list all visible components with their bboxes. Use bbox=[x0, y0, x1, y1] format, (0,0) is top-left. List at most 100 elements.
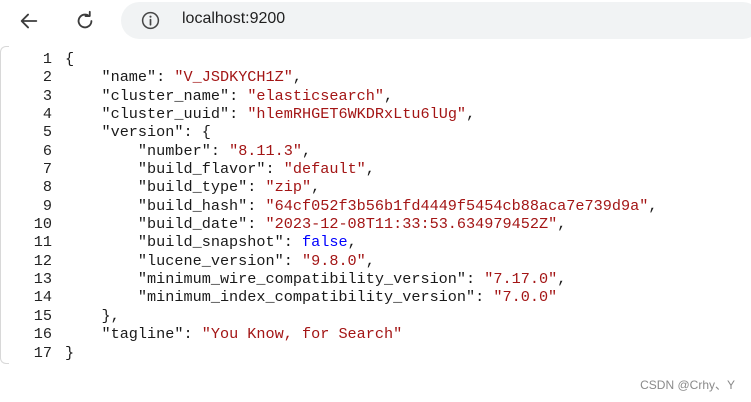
line-number: 3 bbox=[42, 86, 52, 105]
line-number: 6 bbox=[42, 141, 52, 160]
url-text[interactable]: localhost:9200 bbox=[182, 10, 285, 28]
json-punctuation: : bbox=[229, 86, 248, 105]
json-code-block: 1 {2 "name": "V_JSDKYCH1Z", 3 "cluster_nam… bbox=[0, 50, 658, 362]
site-info-button[interactable] bbox=[141, 11, 160, 30]
code-line: 2 "name": "V_JSDKYCH1Z", bbox=[0, 68, 657, 86]
json-string-value: "You Know, for Search" bbox=[201, 325, 403, 344]
json-string-value: "default" bbox=[283, 160, 366, 179]
line-content: "tagline": "You Know, for Search" bbox=[52, 325, 402, 343]
line-number: 11 bbox=[33, 233, 52, 252]
line-content: "cluster_uuid": "hlemRHGET6WKDRxLtu6lUg"… bbox=[52, 105, 475, 123]
browser-toolbar: localhost:9200 bbox=[0, 0, 751, 42]
json-key: "build_date" bbox=[137, 215, 248, 234]
line-number: 5 bbox=[42, 123, 52, 142]
line-content: "version": { bbox=[52, 123, 211, 142]
reload-button[interactable] bbox=[68, 4, 102, 38]
json-key: "minimum_index_compatibility_version" bbox=[137, 288, 476, 307]
line-content: "lucene_version": "9.8.0", bbox=[52, 252, 375, 270]
json-punctuation: , bbox=[557, 270, 567, 289]
code-line: 17} bbox=[0, 344, 657, 362]
json-string-value: "7.17.0" bbox=[484, 270, 558, 289]
json-punctuation: }, bbox=[101, 306, 120, 325]
json-punctuation: , bbox=[384, 86, 394, 105]
line-content: "build_flavor": "default", bbox=[52, 160, 375, 178]
json-punctuation: : bbox=[210, 141, 230, 160]
line-number: 12 bbox=[33, 251, 52, 270]
line-content: }, bbox=[52, 306, 120, 325]
arrow-left-icon bbox=[20, 13, 38, 29]
json-punctuation: , bbox=[292, 68, 302, 87]
code-line: 14 "minimum_index_compatibility_version"… bbox=[0, 288, 657, 306]
json-key: "minimum_wire_compatibility_version" bbox=[137, 270, 467, 289]
line-content: "minimum_index_compatibility_version": "… bbox=[52, 288, 557, 306]
json-string-value: "7.0.0" bbox=[493, 288, 558, 307]
json-key: "lucene_version" bbox=[137, 251, 284, 270]
json-punctuation: , bbox=[365, 160, 375, 179]
json-punctuation: , bbox=[365, 251, 375, 270]
json-string-value: "2023-12-08T11:33:53.634979452Z" bbox=[265, 215, 558, 234]
code-line: 10 "build_date": "2023-12-08T11:33:53.63… bbox=[0, 215, 657, 233]
json-key: "build_flavor" bbox=[137, 160, 266, 179]
code-line: 6 "number": "8.11.3", bbox=[0, 142, 657, 160]
line-number: 14 bbox=[33, 288, 52, 307]
json-punctuation: , bbox=[557, 215, 567, 234]
code-line: 3 "cluster_name": "elasticsearch", bbox=[0, 87, 657, 105]
line-content: "build_snapshot": false, bbox=[52, 233, 357, 251]
code-line: 12 "lucene_version": "9.8.0", bbox=[0, 252, 657, 270]
json-viewer: 1 {2 "name": "V_JSDKYCH1Z", 3 "cluster_nam… bbox=[0, 42, 751, 402]
line-number: 2 bbox=[42, 68, 52, 87]
code-line: 4 "cluster_uuid": "hlemRHGET6WKDRxLtu6lU… bbox=[0, 105, 657, 123]
line-content: "cluster_name": "elasticsearch", bbox=[52, 87, 393, 105]
json-punctuation: : { bbox=[183, 123, 211, 142]
json-string-value: "hlemRHGET6WKDRxLtu6lUg" bbox=[247, 105, 467, 124]
code-line: 7 "build_flavor": "default", bbox=[0, 160, 657, 178]
line-number: 13 bbox=[33, 270, 52, 289]
line-number: 9 bbox=[42, 196, 52, 215]
line-content: "minimum_wire_compatibility_version": "7… bbox=[52, 270, 566, 288]
json-punctuation: : bbox=[156, 68, 175, 87]
back-button[interactable] bbox=[12, 4, 46, 38]
code-line: 8 "build_type": "zip", bbox=[0, 178, 657, 196]
json-key: "cluster_name" bbox=[101, 86, 230, 105]
json-punctuation: { bbox=[65, 50, 75, 68]
json-punctuation: : bbox=[283, 233, 302, 252]
code-line: 9 "build_hash": "64cf052f3b56b1fd4449f54… bbox=[0, 196, 658, 215]
reload-icon bbox=[77, 10, 93, 29]
code-line: 16 "tagline": "You Know, for Search" bbox=[0, 325, 657, 343]
address-bar[interactable]: localhost:9200 bbox=[121, 2, 751, 39]
line-number: 16 bbox=[33, 325, 52, 344]
json-punctuation: , bbox=[648, 196, 658, 215]
json-boolean-value: false bbox=[301, 233, 348, 252]
json-key: "build_snapshot" bbox=[137, 233, 284, 252]
json-key: "number" bbox=[137, 141, 211, 160]
line-number: 1 bbox=[42, 50, 52, 68]
line-content: "build_type": "zip", bbox=[52, 178, 320, 196]
line-number: 7 bbox=[42, 160, 52, 179]
line-content: { bbox=[52, 50, 74, 68]
json-key: "version" bbox=[101, 123, 184, 142]
line-number: 10 bbox=[33, 215, 52, 234]
json-punctuation: : bbox=[475, 288, 494, 307]
json-string-value: "9.8.0" bbox=[301, 251, 366, 270]
json-punctuation: , bbox=[302, 141, 312, 160]
json-punctuation: , bbox=[466, 105, 476, 124]
info-icon bbox=[141, 11, 160, 30]
json-punctuation: : bbox=[466, 270, 485, 289]
code-line: 15 }, bbox=[0, 307, 657, 325]
json-punctuation: : bbox=[229, 105, 248, 124]
json-punctuation: } bbox=[65, 343, 75, 362]
json-punctuation: , bbox=[347, 233, 357, 252]
watermark: CSDN @Crhy、Y bbox=[640, 378, 735, 392]
